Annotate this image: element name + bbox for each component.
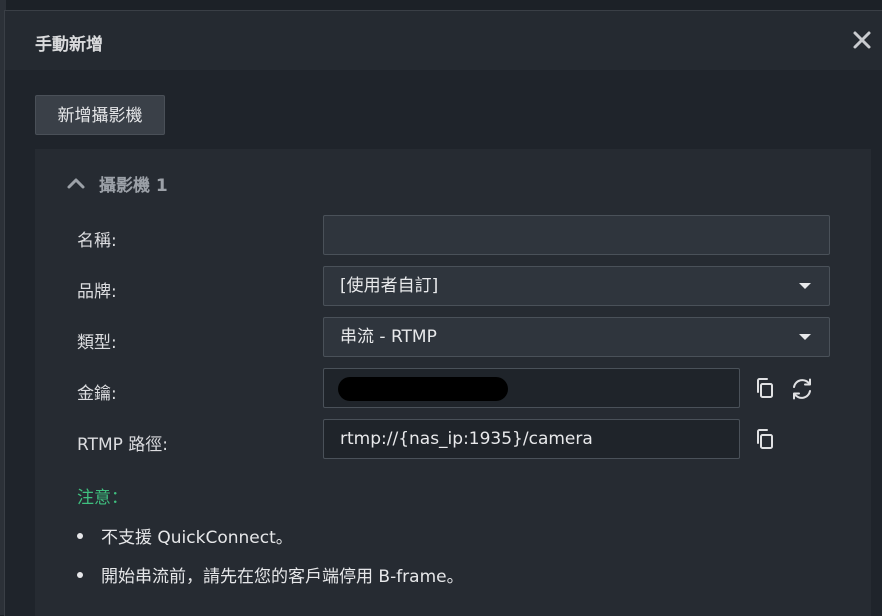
type-row: 類型: 串流 - RTMP	[35, 317, 871, 359]
brand-row: 品牌: [使用者自訂]	[35, 266, 871, 308]
bullet-icon	[77, 532, 83, 539]
close-button[interactable]	[849, 27, 875, 53]
name-label: 名稱:	[77, 231, 117, 251]
camera-panel-title: 攝影機 1	[99, 175, 168, 196]
brand-label: 品牌:	[77, 282, 117, 302]
note-text: 開始串流前，請先在您的客戶端停用 B-frame。	[101, 567, 464, 587]
note-item: 不支援 QuickConnect。	[77, 523, 293, 548]
redacted-key	[338, 377, 508, 401]
brand-select[interactable]: [使用者自訂]	[323, 266, 830, 306]
caret-down-icon	[799, 283, 811, 289]
key-row: 金鑰:	[35, 368, 871, 410]
note-item: 開始串流前，請先在您的客戶端停用 B-frame。	[77, 562, 464, 587]
type-label: 類型:	[77, 333, 117, 353]
name-row: 名稱:	[35, 215, 871, 257]
key-label: 金鑰:	[77, 384, 117, 404]
rtmp-path-row: RTMP 路徑: rtmp://{nas_ip:1935}/camera	[35, 419, 871, 461]
copy-icon	[757, 378, 773, 398]
type-select[interactable]: 串流 - RTMP	[323, 317, 830, 357]
note-label: 注意：	[77, 488, 128, 508]
rtmp-path-field[interactable]: rtmp://{nas_ip:1935}/camera	[323, 419, 740, 459]
caret-down-icon	[799, 334, 811, 340]
key-field[interactable]	[323, 368, 740, 408]
manual-add-dialog: 手動新增 新增攝影機 攝影機 1 名稱: 品牌: [使用者自訂] 類型: 串流 …	[4, 10, 882, 616]
note-text: 不支援 QuickConnect。	[101, 528, 293, 548]
camera-panel: 攝影機 1 名稱: 品牌: [使用者自訂] 類型: 串流 - RTMP 金鑰:	[35, 149, 871, 616]
brand-select-value: [使用者自訂]	[340, 276, 439, 296]
bullet-icon	[77, 571, 83, 578]
add-camera-button[interactable]: 新增攝影機	[35, 95, 165, 135]
camera-panel-header[interactable]: 攝影機 1	[65, 169, 168, 197]
chevron-up-icon	[67, 178, 85, 189]
copy-rtmp-path-button[interactable]	[753, 427, 777, 451]
dialog-titlebar: 手動新增	[5, 11, 882, 70]
regenerate-key-button[interactable]	[789, 376, 813, 400]
close-icon	[853, 31, 871, 49]
refresh-icon	[793, 378, 811, 400]
rtmp-path-label: RTMP 路徑:	[77, 435, 169, 455]
copy-icon	[757, 429, 773, 449]
type-select-value: 串流 - RTMP	[340, 327, 437, 347]
dialog-title: 手動新增	[35, 35, 103, 55]
name-input[interactable]	[323, 215, 830, 255]
copy-key-button[interactable]	[753, 376, 777, 400]
